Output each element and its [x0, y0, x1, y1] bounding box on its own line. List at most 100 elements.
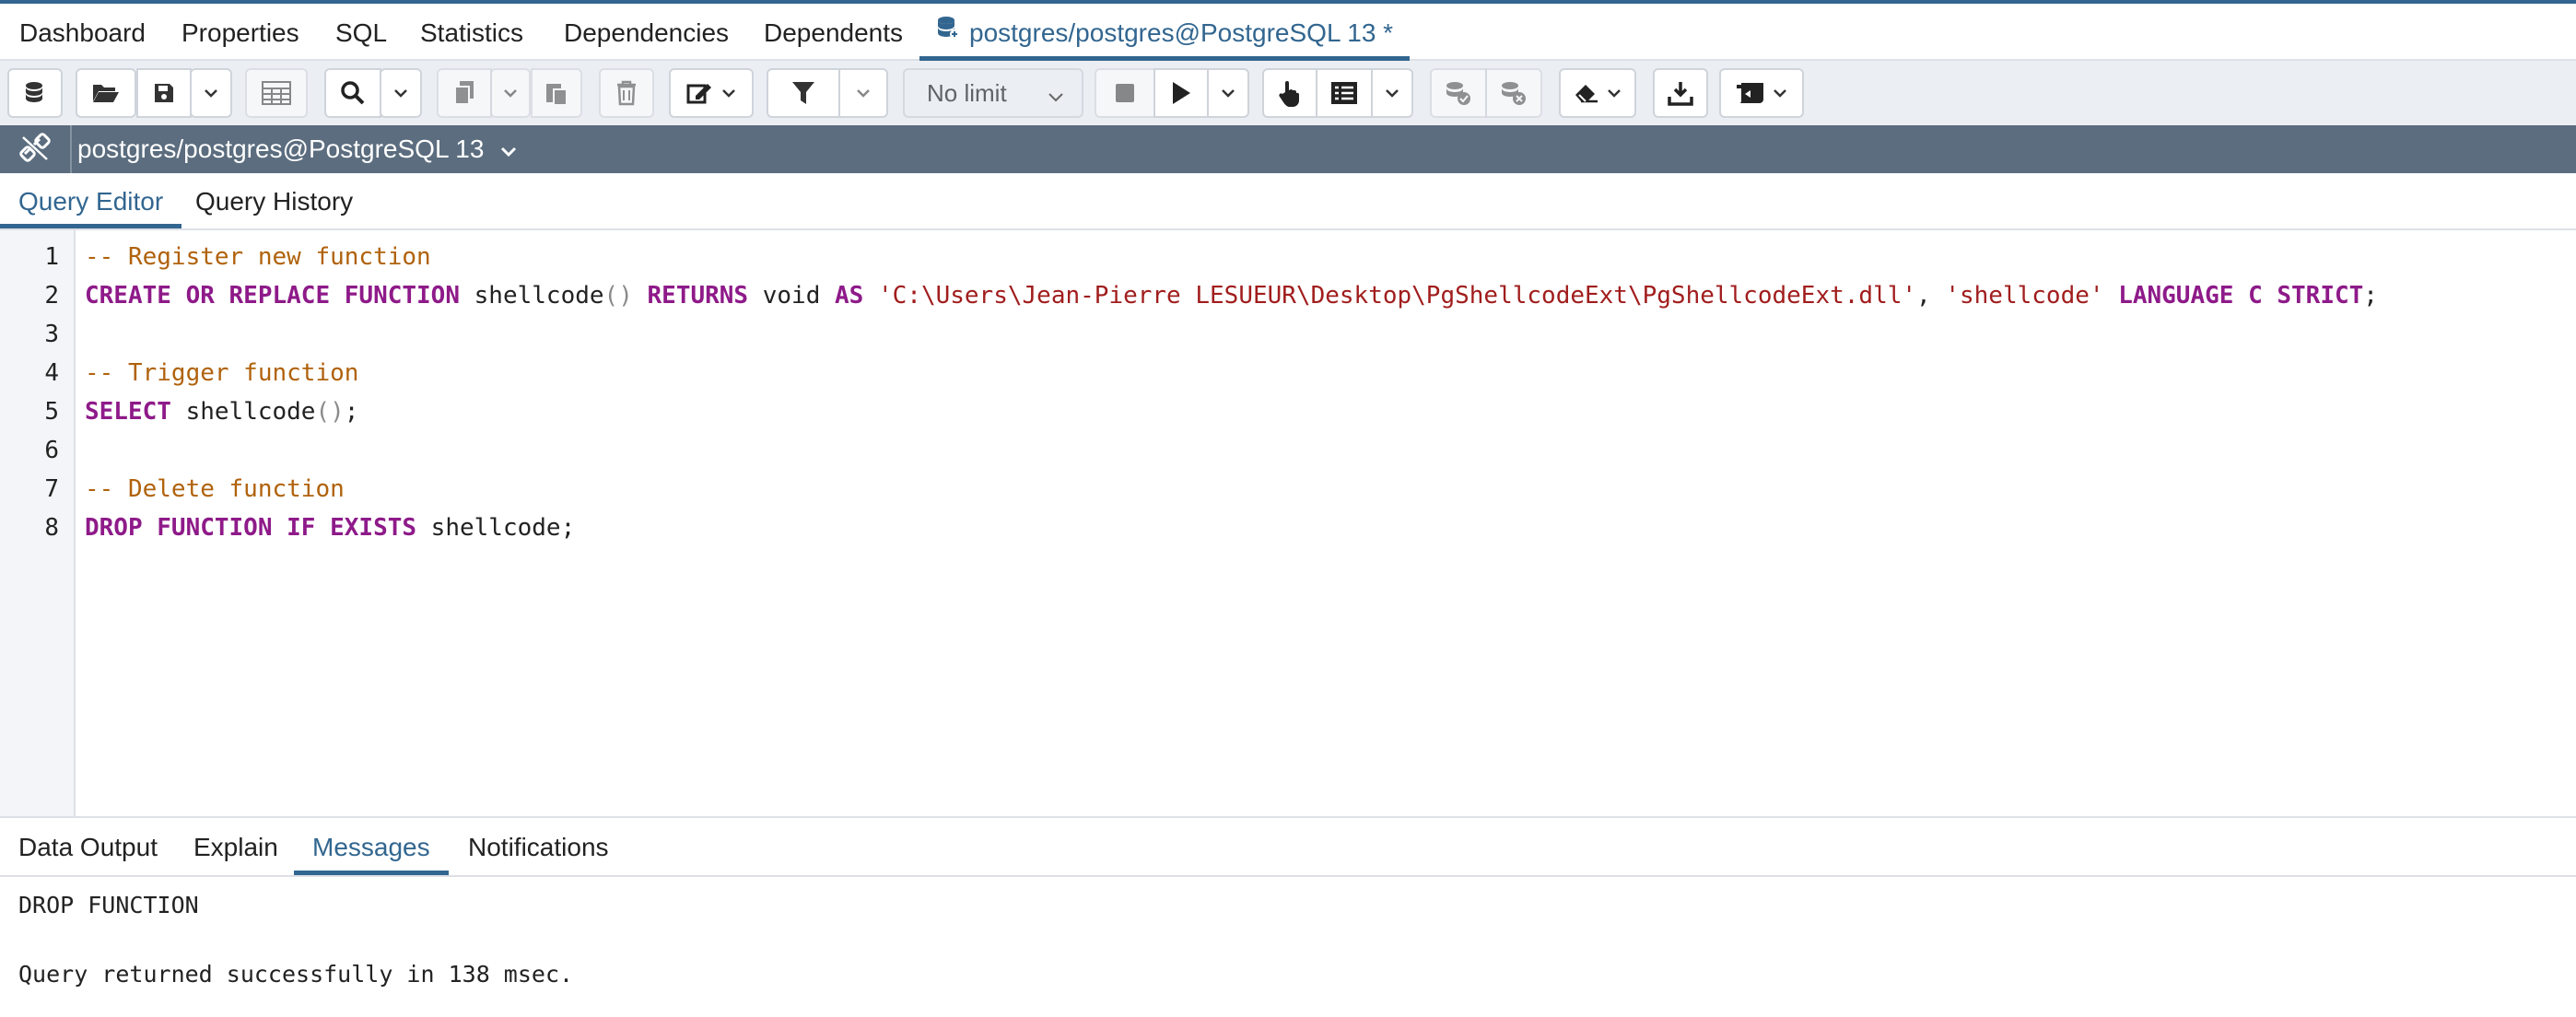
- code-token: -- Trigger function: [85, 359, 359, 387]
- filter-button[interactable]: [767, 68, 840, 118]
- execute-options-dropdown[interactable]: [1207, 68, 1249, 118]
- tab-notifications[interactable]: Notifications: [450, 818, 627, 875]
- folder-open-icon: [92, 82, 120, 104]
- code-token: DROP FUNCTION IF EXISTS: [85, 514, 417, 542]
- chevron-down-icon: [1047, 85, 1065, 113]
- row-limit-select[interactable]: No limit: [903, 68, 1083, 118]
- tab-query-editor[interactable]: Query Editor: [0, 173, 182, 228]
- find-options-dropdown[interactable]: [380, 68, 422, 118]
- database-button[interactable]: [7, 68, 63, 118]
- commit-icon: [1445, 80, 1472, 106]
- code-token: ;: [2363, 282, 2378, 310]
- chevron-down-icon: [1607, 88, 1622, 98]
- explain-button[interactable]: [1316, 68, 1373, 118]
- tab-data-output[interactable]: Data Output: [0, 818, 176, 875]
- code-line: CREATE OR REPLACE FUNCTION shellcode() R…: [85, 282, 2378, 310]
- chevron-down-icon: [503, 88, 518, 98]
- connection-link-icon: [19, 132, 51, 168]
- code-line: -- Register new function: [85, 243, 431, 271]
- tab-messages[interactable]: Messages: [294, 818, 449, 875]
- paste-icon: [544, 80, 568, 106]
- tab-dashboard[interactable]: Dashboard: [19, 4, 146, 59]
- download-results-button[interactable]: [1653, 68, 1708, 118]
- macros-button[interactable]: [1719, 68, 1804, 118]
- object-tab-bar: Dashboard Properties SQL Statistics Depe…: [0, 4, 2576, 61]
- find-button[interactable]: [324, 68, 381, 118]
- tab-query-tool[interactable]: postgres/postgres@PostgreSQL 13 *: [919, 4, 1411, 61]
- line-number: 6: [44, 437, 59, 464]
- copy-options-dropdown[interactable]: [490, 68, 531, 118]
- code-line: -- Delete function: [85, 475, 345, 503]
- tab-explain[interactable]: Explain: [175, 818, 297, 875]
- execute-button[interactable]: [1153, 68, 1209, 118]
- code-token: LANGUAGE C STRICT: [2118, 282, 2364, 310]
- filter-options-dropdown[interactable]: [838, 68, 888, 118]
- edit-grid-button[interactable]: [245, 68, 308, 118]
- execute-selection-button[interactable]: [1262, 68, 1317, 118]
- macro-icon: [1736, 81, 1767, 105]
- tab-dependents[interactable]: Dependents: [764, 4, 903, 59]
- tab-query-history[interactable]: Query History: [177, 173, 371, 228]
- open-file-button[interactable]: [76, 68, 136, 118]
- message-line: DROP FUNCTION: [18, 892, 199, 918]
- clear-button[interactable]: [1559, 68, 1636, 118]
- download-icon: [1668, 80, 1693, 106]
- explain-options-dropdown[interactable]: [1371, 68, 1413, 118]
- save-button[interactable]: [136, 68, 192, 118]
- query-toolbar: No limit: [0, 61, 2576, 125]
- line-number-gutter: 1 2 3 4 5 6 7 8: [0, 230, 76, 816]
- chevron-down-icon: [393, 88, 408, 98]
- tab-statistics[interactable]: Statistics: [420, 4, 523, 59]
- commit-button[interactable]: [1430, 68, 1487, 118]
- eraser-icon: [1574, 82, 1601, 104]
- code-token: AS: [835, 282, 864, 310]
- tab-dependencies[interactable]: Dependencies: [564, 4, 729, 59]
- row-limit-value: No limit: [927, 78, 1007, 107]
- trash-icon: [615, 80, 638, 106]
- line-number: 7: [44, 475, 59, 503]
- line-number: 4: [44, 359, 59, 387]
- code-token: 'C:\Users\Jean-Pierre LESUEUR\Desktop\Pg…: [877, 282, 1917, 310]
- hand-pointer-icon: [1278, 79, 1302, 107]
- tab-query-tool-label: postgres/postgres@PostgreSQL 13 *: [969, 18, 1394, 47]
- delete-button[interactable]: [599, 68, 654, 118]
- results-tab-bar: Data Output Explain Messages Notificatio…: [0, 818, 2576, 877]
- edit-options-button[interactable]: [669, 68, 754, 118]
- cancel-query-button[interactable]: [1095, 68, 1155, 118]
- code-token: ,: [1916, 282, 1946, 310]
- line-number: 1: [44, 243, 59, 271]
- explain-list-icon: [1330, 81, 1358, 105]
- tab-sql[interactable]: SQL: [335, 4, 387, 59]
- rollback-button[interactable]: [1485, 68, 1542, 118]
- code-token: CREATE OR REPLACE FUNCTION: [85, 282, 460, 310]
- code-token: SELECT: [85, 398, 171, 426]
- grid-icon: [262, 81, 291, 105]
- code-token: ;: [344, 398, 359, 426]
- search-icon: [340, 80, 366, 106]
- line-number: 5: [44, 398, 59, 426]
- code-token: -- Register new function: [85, 243, 431, 271]
- copy-button[interactable]: [437, 68, 492, 118]
- paste-button[interactable]: [531, 68, 582, 118]
- sql-editor[interactable]: 1 2 3 4 5 6 7 8 -- Register new function CREATE …: [0, 230, 2576, 818]
- code-token: shellcode;: [416, 514, 576, 542]
- messages-panel: DROP FUNCTION Query returned successfull…: [0, 877, 2576, 1017]
- line-number: 8: [44, 514, 59, 542]
- connection-selector[interactable]: postgres/postgres@PostgreSQL 13: [77, 125, 517, 173]
- tab-properties[interactable]: Properties: [181, 4, 299, 59]
- line-number: 2: [44, 282, 59, 310]
- filter-icon: [791, 80, 815, 106]
- save-options-dropdown[interactable]: [190, 68, 232, 118]
- code-token: void: [748, 282, 836, 310]
- line-number: 3: [44, 321, 59, 348]
- connection-name: postgres/postgres@PostgreSQL 13: [77, 134, 485, 163]
- code-line: SELECT shellcode();: [85, 398, 358, 426]
- play-icon: [1171, 81, 1191, 105]
- connection-status-button[interactable]: [0, 125, 72, 173]
- code-token: shellcode: [170, 398, 316, 426]
- code-token: RETURNS: [647, 282, 749, 310]
- code-token: (): [315, 398, 345, 426]
- code-token: shellcode: [460, 282, 604, 310]
